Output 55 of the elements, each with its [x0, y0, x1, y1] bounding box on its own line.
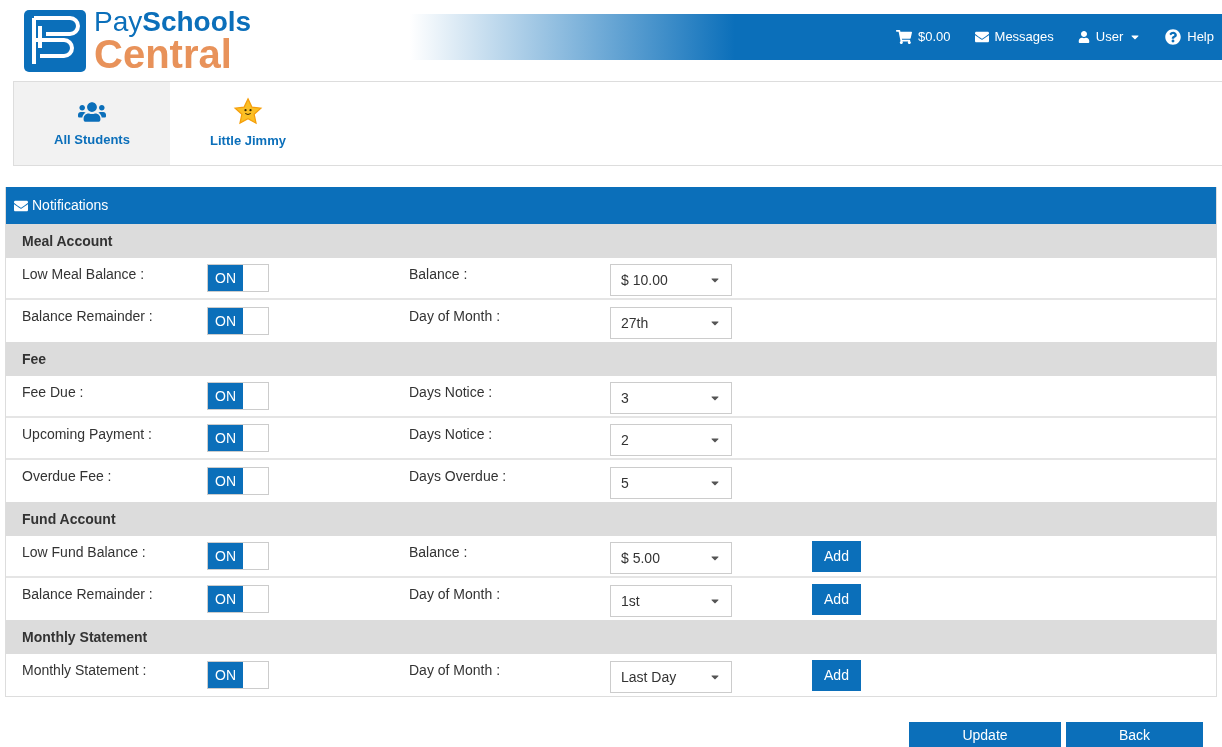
section-header: Fee: [6, 342, 1216, 376]
student-tab[interactable]: All Students: [14, 82, 170, 165]
setting-label: Balance :: [409, 265, 469, 284]
setting-label: Low Fund Balance :: [21, 543, 147, 562]
logo-mark-drawing: [24, 10, 86, 72]
setting-label: Days Overdue :: [409, 467, 508, 486]
toggle-switch[interactable]: ON: [207, 424, 269, 452]
toggle-switch[interactable]: ON: [207, 585, 269, 613]
setting-label: Day of Month :: [409, 307, 502, 326]
setting-label: Overdue Fee :: [21, 467, 113, 486]
dropdown-select[interactable]: 1st: [610, 585, 732, 617]
setting-label: Low Meal Balance :: [21, 265, 146, 284]
top-bar-link[interactable]: Messages: [974, 27, 1054, 47]
setting-label: Balance :: [409, 543, 469, 562]
cart-icon: [896, 29, 912, 45]
add-button[interactable]: Add: [812, 540, 861, 572]
setting-label: Balance Remainder :: [21, 307, 154, 326]
setting-label: Days Notice :: [409, 425, 494, 444]
form-button[interactable]: Back: [1066, 722, 1203, 747]
section-header: Meal Account: [6, 224, 1216, 258]
dropdown-select[interactable]: 27th: [610, 307, 732, 339]
setting-label: Upcoming Payment :: [21, 425, 153, 444]
toggle-switch[interactable]: ON: [207, 382, 269, 410]
toggle-switch[interactable]: ON: [207, 542, 269, 570]
toggle-switch[interactable]: ON: [207, 661, 269, 689]
dropdown-select[interactable]: $ 10.00: [610, 264, 732, 296]
add-button[interactable]: Add: [812, 659, 861, 691]
setting-label: Days Notice :: [409, 383, 494, 402]
dropdown-select[interactable]: 3: [610, 382, 732, 414]
panel-title: Notifications: [32, 196, 109, 215]
setting-label: Day of Month :: [409, 661, 502, 680]
user-icon: [1077, 31, 1090, 43]
top-bar-link[interactable]: User: [1077, 27, 1142, 47]
envelope-icon: [14, 198, 28, 213]
setting-label: Monthly Statement :: [21, 661, 148, 680]
setting-label: Balance Remainder :: [21, 585, 154, 604]
add-button[interactable]: Add: [812, 583, 861, 615]
dropdown-select[interactable]: $ 5.00: [610, 542, 732, 574]
section-header: Monthly Statement: [6, 620, 1216, 654]
top-bar-link[interactable]: $0.00: [896, 27, 951, 47]
logo-wordmark-top: PaySchools: [94, 8, 252, 36]
form-button[interactable]: Update: [909, 722, 1061, 747]
setting-label: Fee Due :: [21, 383, 85, 402]
dropdown-select[interactable]: Last Day: [610, 661, 732, 693]
toggle-switch[interactable]: ON: [207, 264, 269, 292]
setting-label: Day of Month :: [409, 585, 502, 604]
dropdown-select[interactable]: 5: [610, 467, 732, 499]
smiling-star-icon: [233, 96, 263, 127]
help-icon: [1165, 29, 1182, 45]
envelope-icon: [974, 30, 989, 44]
toggle-switch[interactable]: ON: [207, 307, 269, 335]
dropdown-select[interactable]: 2: [610, 424, 732, 456]
top-bar-link[interactable]: Help: [1165, 27, 1214, 47]
section-header: Fund Account: [6, 502, 1216, 536]
toggle-switch[interactable]: ON: [207, 467, 269, 495]
